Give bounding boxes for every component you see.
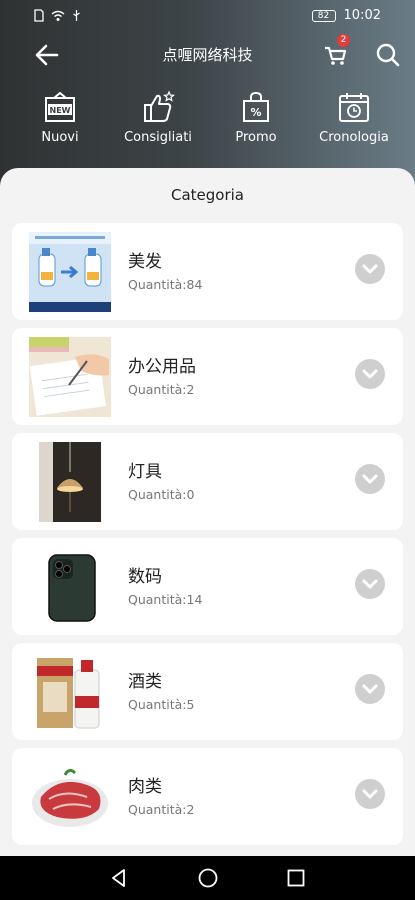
quick-nav-label: Nuovi xyxy=(41,130,79,145)
history-calendar-icon xyxy=(339,93,369,122)
expand-chevron-button[interactable] xyxy=(355,464,385,494)
status-bar: 82 10:02 xyxy=(0,0,415,32)
category-quantity: Quantità:84 xyxy=(128,277,203,292)
cart-badge: 2 xyxy=(337,34,350,47)
search-icon[interactable] xyxy=(373,40,403,70)
quick-nav-history[interactable]: Cronologia xyxy=(304,90,404,145)
svg-text:NEW: NEW xyxy=(50,106,71,115)
category-quantity: Quantità:0 xyxy=(128,487,195,502)
chevron-down-icon xyxy=(362,264,378,274)
new-icon: NEW xyxy=(45,91,75,122)
category-card[interactable]: 办公用品 Quantità:2 xyxy=(12,328,403,425)
chevron-down-icon xyxy=(362,684,378,694)
nav-home-icon[interactable] xyxy=(197,867,219,889)
status-time: 10:02 xyxy=(343,8,381,23)
section-title: Categoria xyxy=(170,186,244,204)
promo-bag-icon: % xyxy=(243,91,269,122)
category-name: 办公用品 xyxy=(128,357,196,377)
chevron-down-icon xyxy=(362,474,378,484)
quick-nav-promo[interactable]: % Promo xyxy=(206,90,306,145)
svg-text:%: % xyxy=(250,106,261,119)
category-sheet: Categoria 美发 Quantità:84 办公用品 Quantità:2… xyxy=(0,168,415,856)
system-navigation-bar xyxy=(0,856,415,900)
category-image-smartphone xyxy=(29,547,111,627)
quick-nav-label: Cronologia xyxy=(319,130,389,145)
expand-chevron-button[interactable] xyxy=(355,359,385,389)
category-quantity: Quantità:2 xyxy=(128,382,195,397)
chevron-down-icon xyxy=(362,369,378,379)
quick-nav-label: Consigliati xyxy=(124,130,192,145)
category-quantity: Quantità:14 xyxy=(128,592,203,607)
thumbs-up-icon xyxy=(144,90,175,122)
expand-chevron-button[interactable] xyxy=(355,254,385,284)
battery-indicator: 82 xyxy=(311,9,336,22)
category-quantity: Quantità:2 xyxy=(128,802,195,817)
chevron-down-icon xyxy=(362,579,378,589)
expand-chevron-button[interactable] xyxy=(355,569,385,599)
expand-chevron-button[interactable] xyxy=(355,674,385,704)
category-name: 数码 xyxy=(128,567,162,587)
category-quantity: Quantità:5 xyxy=(128,697,195,712)
category-name: 灯具 xyxy=(128,462,162,482)
expand-chevron-button[interactable] xyxy=(355,779,385,809)
category-card[interactable]: 酒类 Quantità:5 xyxy=(12,643,403,740)
quick-nav-label: Promo xyxy=(235,130,277,145)
quick-nav-new[interactable]: NEW Nuovi xyxy=(10,90,110,145)
page-title: 点喱网络科技 xyxy=(162,46,253,64)
usb-icon xyxy=(73,10,80,21)
category-image-liquor xyxy=(29,652,111,732)
sim-icon xyxy=(34,9,44,22)
quick-nav-recommended[interactable]: Consigliati xyxy=(108,90,208,145)
category-name: 酒类 xyxy=(128,672,162,692)
category-card[interactable]: 数码 Quantità:14 xyxy=(12,538,403,635)
wifi-icon xyxy=(51,10,65,21)
category-image-hair-products xyxy=(29,232,111,312)
quick-nav: NEW Nuovi Consigliati % Promo Cronologia xyxy=(0,90,415,160)
category-name: 肉类 xyxy=(128,777,162,797)
category-card[interactable]: 美发 Quantità:84 xyxy=(12,223,403,320)
category-card[interactable]: 灯具 Quantità:0 xyxy=(12,433,403,530)
top-bar: 点喱网络科技 2 xyxy=(0,32,415,78)
nav-recents-icon[interactable] xyxy=(285,867,307,889)
category-image-office-supplies xyxy=(29,337,111,417)
chevron-down-icon xyxy=(362,789,378,799)
nav-back-icon[interactable] xyxy=(108,867,130,889)
category-image-meat xyxy=(29,757,111,837)
category-image-lamp xyxy=(29,442,111,522)
category-card[interactable]: 肉类 Quantità:2 xyxy=(12,748,403,845)
category-name: 美发 xyxy=(128,252,162,272)
